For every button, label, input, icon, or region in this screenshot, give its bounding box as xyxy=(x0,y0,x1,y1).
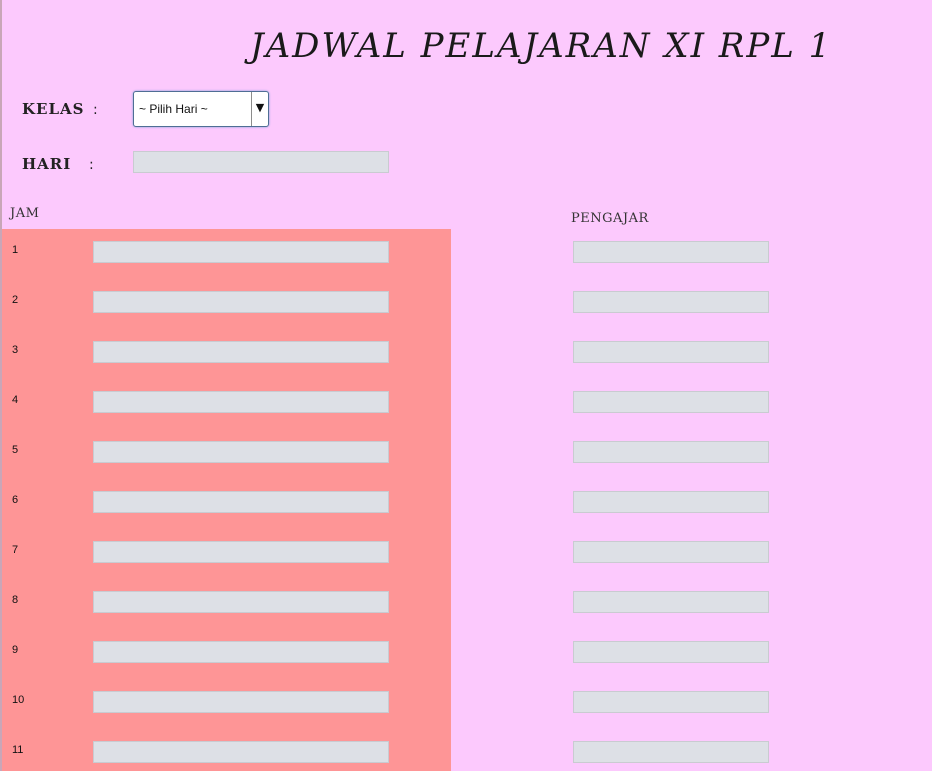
kelas-select-value: ~ Pilih Hari ~ xyxy=(139,102,208,116)
pengajar-field[interactable] xyxy=(573,691,769,713)
mapel-field[interactable] xyxy=(93,441,389,463)
mapel-field[interactable] xyxy=(93,641,389,663)
jam-number: 1 xyxy=(12,244,19,256)
pengajar-field[interactable] xyxy=(573,441,769,463)
jam-header: JAM xyxy=(10,206,40,221)
mapel-field[interactable] xyxy=(93,741,389,763)
chevron-down-icon[interactable]: ▼ xyxy=(251,92,268,126)
kelas-select[interactable]: ~ Pilih Hari ~ ▼ xyxy=(133,91,269,127)
hari-label: HARI xyxy=(22,155,72,173)
pengajar-field[interactable] xyxy=(573,491,769,513)
jam-number: 9 xyxy=(12,644,19,656)
pengajar-field[interactable] xyxy=(573,541,769,563)
kelas-colon: : xyxy=(93,102,98,118)
jam-number: 11 xyxy=(12,744,24,756)
pengajar-field[interactable] xyxy=(573,391,769,413)
mapel-field[interactable] xyxy=(93,341,389,363)
jam-number: 8 xyxy=(12,594,19,606)
jam-number: 3 xyxy=(12,344,19,356)
kelas-label: KELAS xyxy=(22,100,85,118)
jam-number: 2 xyxy=(12,294,19,306)
hari-colon: : xyxy=(89,157,94,173)
pengajar-field[interactable] xyxy=(573,641,769,663)
page-title: JADWAL PELAJARAN XI RPL 1 xyxy=(250,26,833,66)
pengajar-field[interactable] xyxy=(573,241,769,263)
jam-number: 6 xyxy=(12,494,19,506)
jam-number: 7 xyxy=(12,544,19,556)
hari-field[interactable] xyxy=(133,151,389,173)
mapel-field[interactable] xyxy=(93,491,389,513)
mapel-field[interactable] xyxy=(93,541,389,563)
pengajar-field[interactable] xyxy=(573,741,769,763)
mapel-field[interactable] xyxy=(93,291,389,313)
mapel-field[interactable] xyxy=(93,241,389,263)
mapel-field[interactable] xyxy=(93,391,389,413)
pengajar-field[interactable] xyxy=(573,291,769,313)
jam-number: 10 xyxy=(12,694,25,706)
mapel-field[interactable] xyxy=(93,691,389,713)
pengajar-header: PENGAJAR xyxy=(571,211,649,226)
pengajar-field[interactable] xyxy=(573,591,769,613)
mapel-field[interactable] xyxy=(93,591,389,613)
jam-number: 4 xyxy=(12,394,19,406)
pengajar-field[interactable] xyxy=(573,341,769,363)
jam-number: 5 xyxy=(12,444,19,456)
